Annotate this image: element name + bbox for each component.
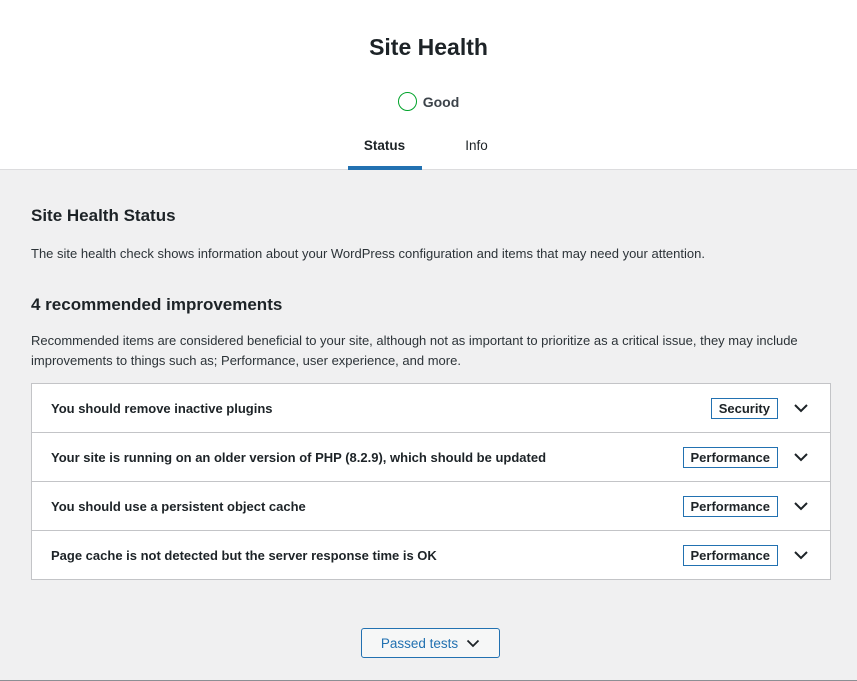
health-tabs: Status Info xyxy=(0,129,857,170)
health-progress-icon xyxy=(397,92,417,111)
tab-info[interactable]: Info xyxy=(444,129,510,170)
section-description: The site health check shows information … xyxy=(31,246,705,261)
issue-title: Your site is running on an older version… xyxy=(51,449,547,465)
issue-badge: Performance xyxy=(682,495,778,517)
issue-item[interactable]: Page cache is not detected but the serve… xyxy=(32,531,830,579)
issue-badge: Performance xyxy=(682,544,778,566)
issue-item[interactable]: You should use a persistent object cache… xyxy=(32,482,830,531)
chevron-down-icon xyxy=(466,636,480,651)
issue-badge: Performance xyxy=(682,446,778,468)
chevron-down-icon[interactable] xyxy=(790,495,812,517)
tab-status[interactable]: Status xyxy=(347,129,422,170)
issues-list: You should remove inactive plugins Secur… xyxy=(31,383,831,580)
improvements-description: Recommended items are considered benefic… xyxy=(31,333,798,368)
improvements-count: 4 recommended improvements xyxy=(31,295,283,314)
issue-title: You should remove inactive plugins xyxy=(51,400,273,416)
health-status-label: Good xyxy=(422,93,460,110)
chevron-down-icon[interactable] xyxy=(790,397,812,419)
chevron-down-icon[interactable] xyxy=(790,544,812,566)
issue-item[interactable]: You should remove inactive plugins Secur… xyxy=(32,384,830,433)
issue-title: You should use a persistent object cache xyxy=(51,498,306,514)
page-title: Site Health xyxy=(369,34,488,60)
issue-badge: Security xyxy=(710,397,778,419)
chevron-down-icon[interactable] xyxy=(790,446,812,468)
passed-tests-label: Passed tests xyxy=(380,635,459,651)
section-heading: Site Health Status xyxy=(31,206,176,225)
health-status: Good xyxy=(0,92,857,111)
issue-title: Page cache is not detected but the serve… xyxy=(51,547,437,563)
site-health-header: Site Health Good Status Info xyxy=(0,0,857,170)
issue-item[interactable]: Your site is running on an older version… xyxy=(32,433,830,482)
passed-tests-button[interactable]: Passed tests xyxy=(361,628,500,658)
